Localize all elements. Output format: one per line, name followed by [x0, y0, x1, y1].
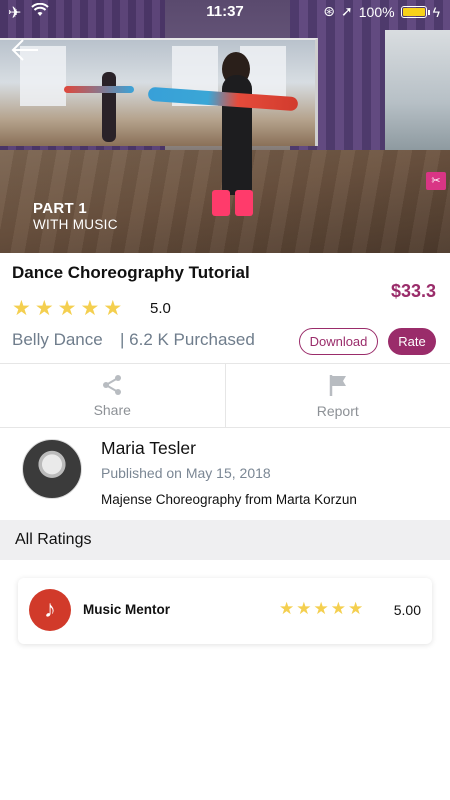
video-part-title: PART 1 — [33, 200, 88, 217]
battery-icon — [400, 5, 430, 18]
share-icon — [101, 374, 123, 396]
course-category: Belly Dance — [12, 330, 103, 349]
charging-icon: ϟ — [432, 3, 440, 20]
author-avatar[interactable] — [22, 439, 82, 499]
course-stars: ★ ★ ★ ★ ★ — [12, 298, 122, 320]
course-price: $33.3 — [390, 281, 436, 301]
star-icon: ★ — [313, 599, 329, 618]
watermark-logo-icon: ✂ — [426, 172, 446, 190]
star-icon: ★ — [57, 297, 77, 320]
star-icon: ★ — [279, 599, 295, 618]
star-icon: ★ — [330, 599, 346, 618]
action-row: Share Report — [0, 363, 450, 428]
course-rating-value: 5.0 — [150, 300, 171, 317]
report-label: Report — [316, 402, 359, 419]
rate-button[interactable]: Rate — [388, 328, 436, 355]
all-ratings-header: All Ratings — [0, 520, 450, 560]
published-date: Published on May 15, 2018 — [101, 465, 271, 481]
music-note-icon: ♪ — [29, 589, 71, 631]
report-button[interactable]: Report — [226, 364, 450, 427]
reviewer-name: Music Mentor — [83, 602, 171, 617]
reviewer-rating-value: 5.00 — [393, 602, 421, 618]
star-icon: ★ — [103, 297, 123, 320]
studio-window — [385, 30, 450, 150]
rating-card[interactable]: ♪ Music Mentor ★ ★ ★ ★ ★ 5.00 — [18, 578, 432, 644]
reviewer-stars: ★ ★ ★ ★ ★ — [279, 600, 363, 618]
video-player[interactable]: ✈ 11:37 ⊛ ➚ 100% ϟ PART 1 WITH MUSIC ✂ — [0, 0, 450, 253]
share-button[interactable]: Share — [0, 364, 226, 427]
battery-percent: 100% — [358, 3, 395, 20]
dancer-reflection — [102, 72, 116, 142]
location-icon: ➚ — [341, 3, 353, 19]
course-title: Dance Choreography Tutorial — [12, 263, 250, 282]
purchase-count: | 6.2 K Purchased — [120, 330, 255, 349]
star-icon: ★ — [12, 297, 31, 320]
download-button[interactable]: Download — [299, 328, 378, 355]
course-description: Majense Choreography from Marta Korzun — [101, 492, 357, 507]
scarf-reflection — [64, 86, 134, 93]
rotation-lock-icon: ⊛ — [323, 3, 336, 19]
star-icon: ★ — [348, 599, 364, 618]
flag-icon — [328, 373, 348, 397]
video-part-subtitle: WITH MUSIC — [33, 217, 118, 232]
status-right: ⊛ ➚ 100% ϟ — [323, 3, 440, 20]
back-arrow-icon[interactable] — [10, 38, 40, 62]
share-label: Share — [93, 401, 131, 418]
star-icon: ★ — [80, 297, 100, 320]
dancer-shoe — [212, 190, 230, 216]
star-icon: ★ — [34, 297, 54, 320]
status-bar: ✈ 11:37 ⊛ ➚ 100% ϟ — [0, 0, 450, 24]
dancer-shoe — [235, 190, 253, 216]
author-name[interactable]: Maria Tesler — [101, 438, 196, 459]
star-icon: ★ — [296, 599, 312, 618]
